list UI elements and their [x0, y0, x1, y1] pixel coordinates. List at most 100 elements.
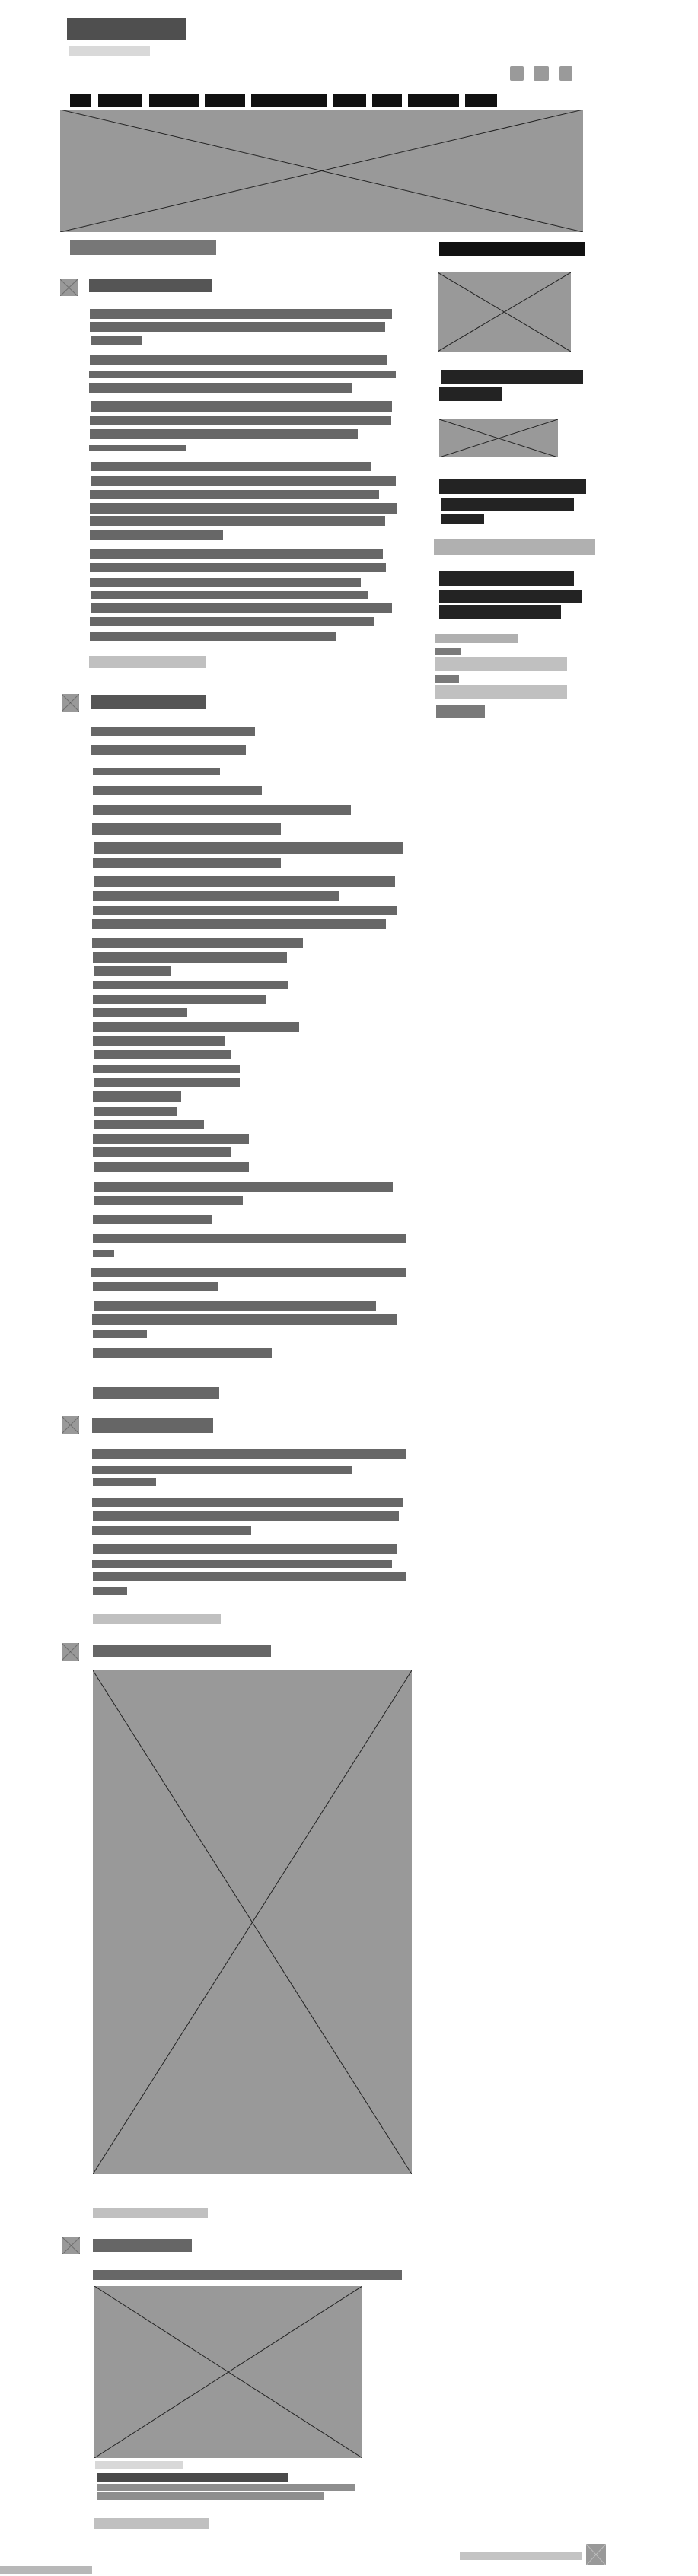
text-line [90, 549, 383, 559]
back-to-top-icon[interactable] [586, 2544, 606, 2565]
sidebar-link[interactable] [439, 479, 586, 494]
list-line [94, 1182, 393, 1192]
nav-item-2[interactable] [98, 94, 142, 107]
list-line [93, 1250, 114, 1257]
text-line [91, 462, 371, 471]
list-line [92, 823, 281, 835]
text-line [93, 1587, 127, 1595]
form-submit-button[interactable] [436, 705, 485, 718]
list-line [91, 727, 255, 736]
section-2-icon [62, 694, 79, 712]
sidebar-link[interactable] [441, 514, 484, 524]
form-input[interactable] [435, 657, 567, 671]
text-line [92, 1560, 392, 1568]
text-line [90, 632, 336, 641]
list-line [94, 876, 395, 887]
section-5-image [94, 2286, 362, 2458]
text-line [92, 1466, 352, 1474]
footer-text [460, 2552, 582, 2560]
nav-item-6[interactable] [333, 94, 366, 107]
list-line [93, 1091, 181, 1102]
list-line [94, 1301, 376, 1311]
nav-item-8[interactable] [408, 94, 459, 107]
text-line [90, 416, 391, 425]
section-5-heading[interactable] [93, 2239, 192, 2252]
text-line [89, 445, 186, 451]
sidebar-link[interactable] [439, 387, 502, 401]
logo[interactable] [67, 18, 186, 40]
list-line [93, 995, 266, 1004]
text-line [93, 1544, 397, 1554]
list-line [92, 1314, 397, 1325]
list-line [94, 966, 171, 976]
text-line [93, 1478, 156, 1486]
sidebar-band [434, 539, 595, 555]
sidebar-link[interactable] [439, 605, 561, 619]
nav-item-7[interactable] [372, 94, 402, 107]
list-line [93, 805, 351, 815]
text-line [90, 503, 397, 514]
text-line [90, 578, 361, 587]
list-line [94, 1196, 243, 1205]
text-line [92, 1526, 251, 1535]
list-line [93, 786, 262, 795]
text-line [91, 603, 392, 613]
section-4-more-link[interactable] [93, 2208, 208, 2218]
social-icon-2[interactable] [534, 66, 549, 81]
caption-title [97, 2473, 288, 2482]
sidebar-link[interactable] [439, 571, 574, 586]
text-line [91, 401, 392, 412]
nav-item-9[interactable] [465, 94, 497, 107]
placeholder-cross-icon [438, 272, 571, 352]
section-2-heading[interactable] [91, 695, 206, 709]
text-line [90, 516, 385, 526]
section-3-more-link[interactable] [93, 1614, 221, 1624]
section-2-more-link[interactable] [93, 1387, 219, 1399]
text-line [93, 1511, 399, 1521]
list-line [93, 952, 287, 963]
sidebar-link[interactable] [441, 370, 583, 384]
form-input[interactable] [435, 685, 567, 699]
nav-item-5[interactable] [251, 94, 327, 107]
text-line [92, 1449, 406, 1459]
list-line [91, 1268, 406, 1277]
text-line [93, 2270, 402, 2280]
footer-left-bar [0, 2566, 92, 2574]
social-icon-3[interactable] [559, 66, 572, 81]
list-line [93, 1008, 187, 1017]
section-1-heading[interactable] [89, 279, 212, 292]
section-4-heading[interactable] [93, 1645, 271, 1657]
nav-item-3[interactable] [149, 94, 199, 107]
text-line [90, 563, 386, 572]
sidebar-link[interactable] [439, 590, 582, 603]
caption-text [97, 2484, 355, 2491]
text-line [89, 371, 396, 378]
list-line [93, 1134, 249, 1144]
section-1-icon [60, 279, 78, 296]
placeholder-cross-icon [62, 1416, 79, 1434]
section-1-more-link[interactable] [89, 656, 206, 668]
list-line [93, 1348, 272, 1358]
form-label [435, 675, 459, 683]
social-icon-1[interactable] [510, 66, 524, 81]
list-line [94, 1120, 204, 1129]
section-3-heading[interactable] [92, 1418, 213, 1433]
placeholder-cross-icon [62, 2237, 80, 2254]
placeholder-cross-icon [60, 279, 78, 296]
sidebar-link[interactable] [441, 498, 574, 511]
list-line [93, 858, 281, 868]
placeholder-cross-icon [60, 110, 583, 232]
list-line [93, 1022, 299, 1032]
text-line [90, 322, 385, 332]
list-line [93, 768, 220, 775]
section-5-more-link[interactable] [94, 2518, 209, 2529]
list-line [92, 938, 303, 948]
list-line [93, 1147, 231, 1157]
section-4-image [93, 1670, 412, 2174]
nav-item-1[interactable] [70, 94, 91, 107]
list-line [93, 1234, 406, 1243]
section-4-icon [62, 1643, 79, 1661]
placeholder-cross-icon [586, 2544, 606, 2565]
text-line [90, 429, 358, 439]
nav-item-4[interactable] [205, 94, 245, 107]
